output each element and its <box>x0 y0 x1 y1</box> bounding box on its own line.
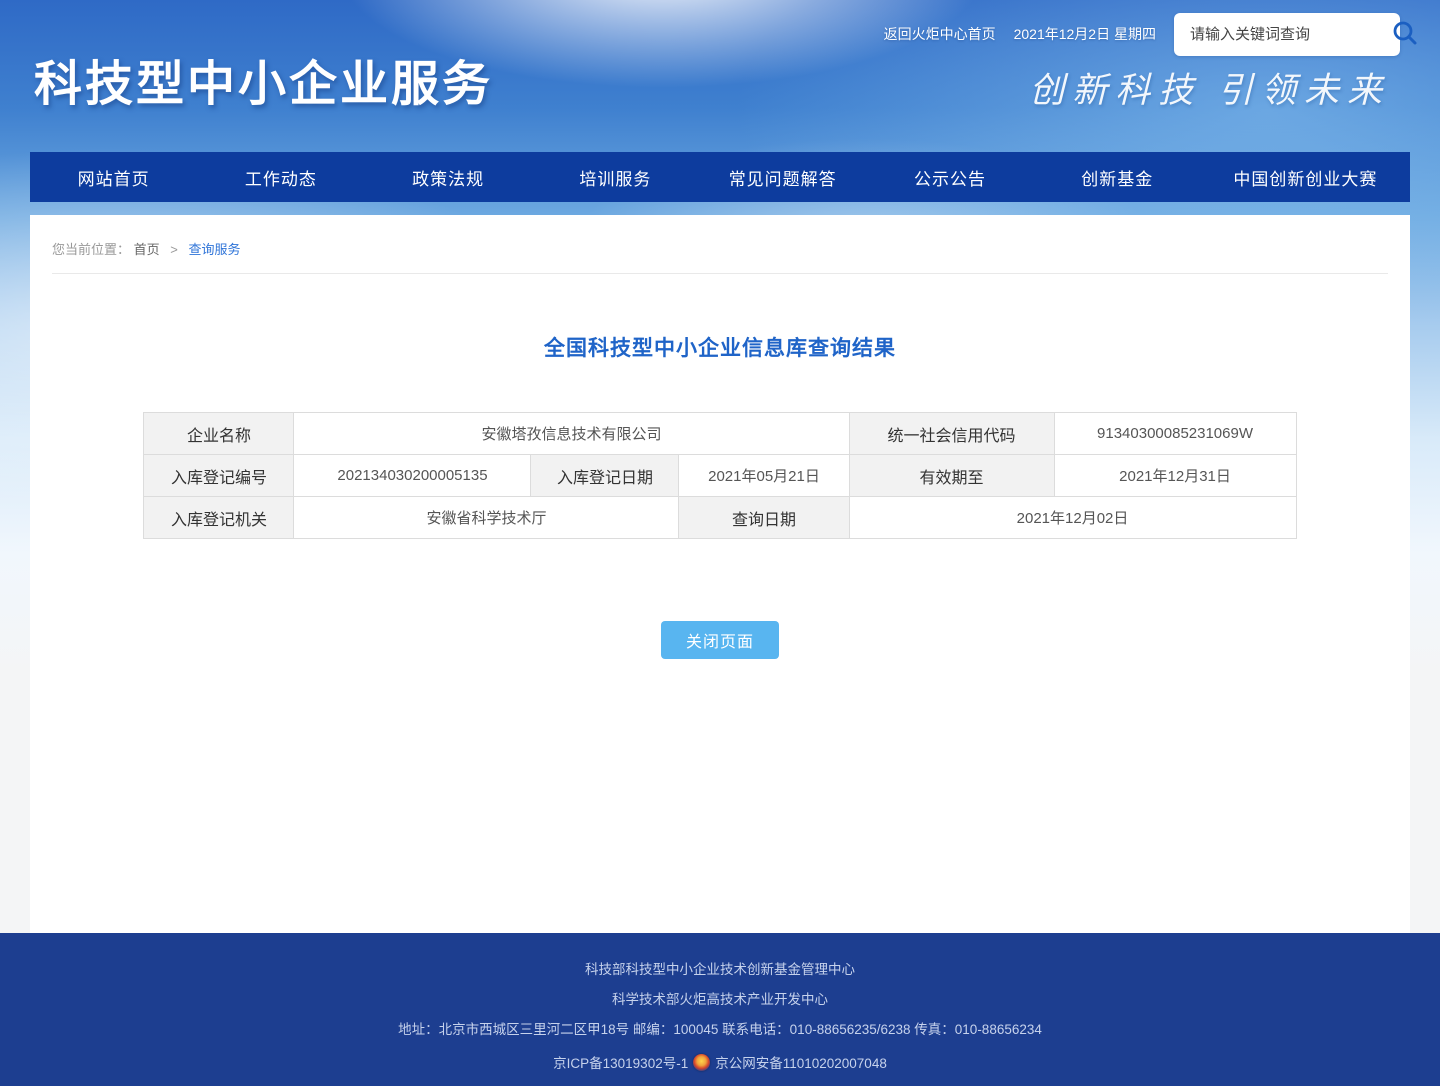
breadcrumb-prefix: 您当前位置： <box>52 242 130 257</box>
nav-item-innovation-competition[interactable]: 中国创新创业大赛 <box>1201 152 1410 202</box>
icp-license-link[interactable]: 京ICP备13019302号-1 <box>553 1052 688 1072</box>
current-date: 2021年12月2日 星期四 <box>1014 24 1156 44</box>
breadcrumb-current-link[interactable]: 查询服务 <box>189 242 241 257</box>
breadcrumb: 您当前位置： 首页 > 查询服务 <box>30 215 1410 273</box>
table-row: 入库登记机关 安徽省科学技术厅 查询日期 2021年12月02日 <box>144 497 1296 539</box>
footer-org-line-1: 科技部科技型中小企业技术创新基金管理中心 <box>0 962 1440 978</box>
public-security-license-link[interactable]: 京公网安备11010202007048 <box>715 1052 887 1072</box>
close-page-button[interactable]: 关闭页面 <box>661 621 779 659</box>
page-title: 全国科技型中小企业信息库查询结果 <box>30 274 1410 362</box>
company-name-label: 企业名称 <box>144 413 294 455</box>
site-logo: 科技型中小企业服务 <box>34 44 493 114</box>
content-panel: 您当前位置： 首页 > 查询服务 全国科技型中小企业信息库查询结果 企业名称 安… <box>30 215 1410 933</box>
nav-item-policies[interactable]: 政策法规 <box>365 152 532 202</box>
police-badge-icon <box>693 1054 710 1071</box>
valid-until-label: 有效期至 <box>849 455 1054 497</box>
reg-number-label: 入库登记编号 <box>144 455 294 497</box>
query-result-table: 企业名称 安徽塔孜信息技术有限公司 统一社会信用代码 9134030008523… <box>143 412 1296 539</box>
search-icon <box>1391 19 1419 50</box>
footer-org-line-2: 科学技术部火炬高技术产业开发中心 <box>0 992 1440 1008</box>
breadcrumb-separator: > <box>170 242 178 257</box>
nav-item-training[interactable]: 培训服务 <box>532 152 699 202</box>
search-box <box>1174 13 1400 56</box>
reg-authority-value: 安徽省科学技术厅 <box>294 497 679 539</box>
main-navigation: 网站首页 工作动态 政策法规 培训服务 常见问题解答 公示公告 创新基金 中国创… <box>30 152 1410 202</box>
nav-item-home[interactable]: 网站首页 <box>30 152 197 202</box>
site-footer: 科技部科技型中小企业技术创新基金管理中心 科学技术部火炬高技术产业开发中心 地址… <box>0 933 1440 1086</box>
nav-item-faq[interactable]: 常见问题解答 <box>699 152 866 202</box>
valid-until-value: 2021年12月31日 <box>1054 455 1296 497</box>
table-row: 企业名称 安徽塔孜信息技术有限公司 统一社会信用代码 9134030008523… <box>144 413 1296 455</box>
breadcrumb-home-link[interactable]: 首页 <box>134 242 160 257</box>
search-button[interactable] <box>1391 19 1419 50</box>
reg-authority-label: 入库登记机关 <box>144 497 294 539</box>
company-name-value: 安徽塔孜信息技术有限公司 <box>294 413 849 455</box>
header-top-bar: 返回火炬中心首页 2021年12月2日 星期四 <box>884 12 1400 56</box>
site-header: 返回火炬中心首页 2021年12月2日 星期四 科技型中小企业服务 创新科技 引… <box>0 0 1440 152</box>
reg-date-value: 2021年05月21日 <box>679 455 849 497</box>
query-date-value: 2021年12月02日 <box>849 497 1296 539</box>
table-row: 入库登记编号 202134030200005135 入库登记日期 2021年05… <box>144 455 1296 497</box>
footer-icp-line: 京ICP备13019302号-1 京公网安备11010202007048 <box>0 1052 1440 1072</box>
query-date-label: 查询日期 <box>679 497 849 539</box>
nav-item-announcements[interactable]: 公示公告 <box>866 152 1033 202</box>
nav-item-innovation-fund[interactable]: 创新基金 <box>1034 152 1201 202</box>
reg-number-value: 202134030200005135 <box>294 455 531 497</box>
credit-code-value: 91340300085231069W <box>1054 413 1296 455</box>
torch-center-home-link[interactable]: 返回火炬中心首页 <box>884 24 996 44</box>
search-input[interactable] <box>1188 25 1391 44</box>
nav-item-work-news[interactable]: 工作动态 <box>197 152 364 202</box>
site-slogan: 创新科技 引领未来 <box>1029 62 1390 113</box>
credit-code-label: 统一社会信用代码 <box>849 413 1054 455</box>
footer-contact-line: 地址：北京市西城区三里河二区甲18号 邮编：100045 联系电话：010-88… <box>0 1022 1440 1038</box>
reg-date-label: 入库登记日期 <box>531 455 679 497</box>
